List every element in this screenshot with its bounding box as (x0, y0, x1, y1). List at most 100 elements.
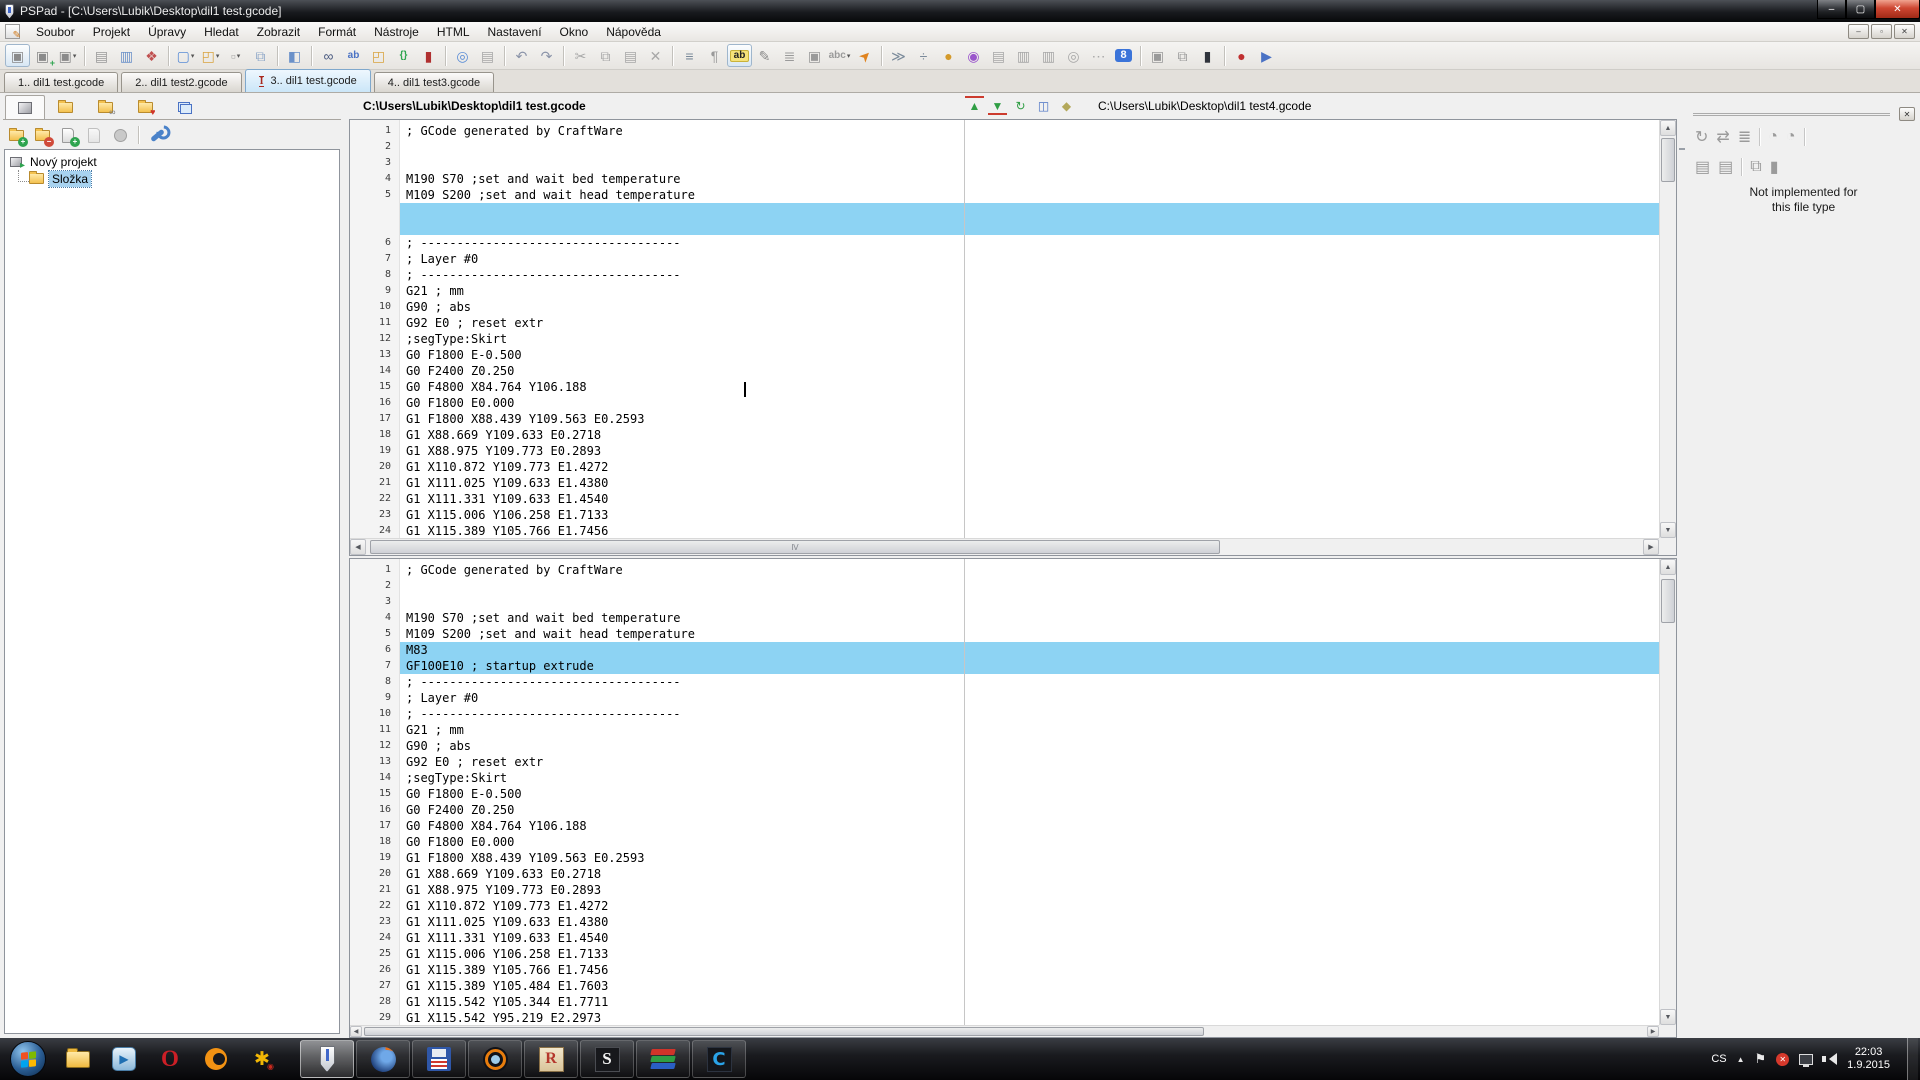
color-cubes-icon[interactable]: ❖ (139, 44, 164, 67)
mdi-close-button[interactable]: ✕ (1894, 24, 1915, 39)
menu-okno[interactable]: Okno (551, 23, 598, 41)
find-in-files-icon[interactable]: ◰ (366, 44, 391, 67)
maximize-button[interactable]: ▢ (1846, 0, 1875, 19)
taskbar-red-r-cube-button[interactable]: R (524, 1040, 578, 1078)
panel-remove-item-icon[interactable]: ◔ (1786, 128, 1796, 146)
replace-icon[interactable]: ab (341, 44, 366, 67)
tree-item-sloka[interactable]: Složka (5, 170, 339, 187)
panel-splitter[interactable] (1677, 93, 1687, 1038)
panel-doc-list-2-icon[interactable]: ▤ (1718, 157, 1733, 177)
mail-send-icon[interactable]: ▥ (1011, 44, 1036, 67)
lock-icon[interactable]: ▣ (802, 44, 827, 67)
network-icon[interactable] (1799, 1054, 1813, 1065)
scrollbar-thumb[interactable] (1661, 579, 1675, 623)
menu-nstroje[interactable]: Nástroje (365, 23, 428, 41)
scroll-left-arrow[interactable]: ◀ (350, 539, 366, 555)
split-view-icon[interactable]: ◫ (1034, 96, 1053, 115)
indent-icon[interactable]: ≫ (886, 44, 911, 67)
close-button[interactable]: ✕ (1875, 0, 1920, 19)
start-button[interactable] (10, 1041, 46, 1077)
mdi-minimize-button[interactable]: – (1848, 24, 1869, 39)
sidebar-project-settings-button[interactable] (147, 125, 167, 145)
pin-icon[interactable]: ➤ (852, 44, 877, 67)
taskbar-media-player-button[interactable]: ▶ (101, 1039, 147, 1079)
zoom-icon[interactable]: ◎ (450, 44, 475, 67)
clipboard-icon[interactable]: ▤ (89, 44, 114, 67)
print-icon[interactable]: ▤ (475, 44, 500, 67)
mdi-restore-button[interactable]: ▫ (1871, 24, 1892, 39)
syntax-highlight-icon[interactable]: ab (727, 44, 752, 67)
sidebar-tab-favorites[interactable]: ♥ (125, 95, 165, 119)
sidebar-tab-files[interactable] (45, 95, 85, 119)
recompare-icon[interactable]: ↻ (1011, 96, 1030, 115)
sidebar-add-file-button[interactable]: + (58, 125, 78, 145)
code-rows[interactable]: 1; GCode generated by CraftWare234M190 S… (350, 559, 1659, 1025)
clock[interactable]: 22:03 1.9.2015 (1847, 1046, 1890, 1072)
sidebar-tab-window-list[interactable] (165, 95, 205, 119)
language-indicator[interactable]: CS (1711, 1053, 1726, 1065)
scroll-up-arrow[interactable]: ▲ (1660, 120, 1676, 136)
scroll-down-arrow[interactable]: ▼ (1660, 522, 1676, 538)
panel-grab-handle[interactable] (1693, 113, 1890, 116)
copy-icon[interactable]: ⧉ (593, 44, 618, 67)
sidebar-tab-folder-link[interactable]: ∞ (85, 95, 125, 119)
view-panel-icon[interactable]: ◧ (282, 44, 307, 67)
sidebar-file-disabled-button[interactable] (84, 125, 104, 145)
redo-icon[interactable]: ↷ (534, 44, 559, 67)
next-difference-icon[interactable]: ▼ (988, 96, 1007, 115)
menu-html[interactable]: HTML (428, 23, 479, 41)
reformat-icon[interactable]: ≡ (677, 44, 702, 67)
scrollbar-thumb[interactable] (1661, 138, 1675, 182)
new-file-icon[interactable]: ▢▾ (173, 44, 198, 67)
menu-soubor[interactable]: Soubor (27, 23, 84, 41)
alert-icon[interactable]: ✕ (1776, 1053, 1789, 1066)
scroll-up-arrow[interactable]: ▲ (1660, 559, 1676, 575)
undo-icon[interactable]: ↶ (509, 44, 534, 67)
menu-formt[interactable]: Formát (309, 23, 365, 41)
panel-doc-list-icon[interactable]: ▤ (1695, 157, 1710, 177)
panel-add-item-icon[interactable]: ◔ (1768, 128, 1778, 146)
project-open-icon[interactable]: ▣▾ (55, 44, 80, 67)
diff-pane-right-file[interactable]: 1; GCode generated by CraftWare234M190 S… (349, 558, 1677, 1038)
panel-doc-icon[interactable]: ▮ (1770, 157, 1779, 177)
action-center-flag-icon[interactable]: ⚑ (1755, 1051, 1767, 1067)
menu-hledat[interactable]: Hledat (195, 23, 248, 41)
spell-check-icon[interactable]: abc▾ (827, 44, 852, 67)
scrollbar-thumb[interactable] (364, 1027, 1204, 1036)
taskbar-craftware-button[interactable]: C (692, 1040, 746, 1078)
scroll-down-arrow[interactable]: ▼ (1660, 1009, 1676, 1025)
show-desktop-button[interactable] (1907, 1038, 1918, 1080)
project-box-icon[interactable]: ▣ (5, 44, 30, 67)
console-icon[interactable]: ▮ (1195, 44, 1220, 67)
taskbar-firefox-button[interactable] (356, 1040, 410, 1078)
save-file-icon[interactable]: ▫▾ (223, 44, 248, 67)
pilcrow-icon[interactable]: ¶ (702, 44, 727, 67)
taskbar-pspad-button[interactable] (300, 1040, 354, 1078)
taskbar-paw-button[interactable]: ✱ (239, 1039, 285, 1079)
cut-icon[interactable]: ✂ (568, 44, 593, 67)
show-hidden-icons-button[interactable]: ▲ (1737, 1055, 1745, 1064)
color-wheel-icon[interactable]: ◉ (961, 44, 986, 67)
vertical-scrollbar[interactable]: ▲ ▼ (1659, 120, 1676, 538)
sidebar-tab-project[interactable] (5, 95, 45, 119)
delete-icon[interactable]: ✕ (643, 44, 668, 67)
panel-refresh-icon[interactable]: ↻ (1695, 127, 1708, 147)
log-window-icon[interactable]: ▮ (416, 44, 441, 67)
scroll-left-arrow[interactable]: ◀ (350, 1026, 362, 1037)
horizontal-scrollbar[interactable]: ◀ ▶ (350, 1025, 1659, 1037)
menu-pravy[interactable]: Úpravy (139, 23, 195, 41)
sidebar-add-folder-button[interactable]: + (6, 125, 26, 145)
sort-list-icon[interactable]: ≣ (777, 44, 802, 67)
menu-projekt[interactable]: Projekt (84, 23, 139, 41)
taskbar-opera-button[interactable]: O (147, 1039, 193, 1079)
compare-settings-icon[interactable]: ◆ (1057, 96, 1076, 115)
panel-indent-icon[interactable]: ≣ (1738, 127, 1751, 147)
new-window-icon[interactable]: ⧉ (1170, 44, 1195, 67)
sidebar-info-disabled-button[interactable] (110, 125, 130, 145)
code-explorer-icon[interactable]: {} (391, 44, 416, 67)
sidebar-remove-folder-button[interactable]: − (32, 125, 52, 145)
panel-copy-doc-icon[interactable]: ⧉ (1750, 158, 1761, 176)
taskbar-s-app-button[interactable]: S (580, 1040, 634, 1078)
minimize-button[interactable]: – (1817, 0, 1846, 19)
vertical-scrollbar[interactable]: ▲ ▼ (1659, 559, 1676, 1025)
